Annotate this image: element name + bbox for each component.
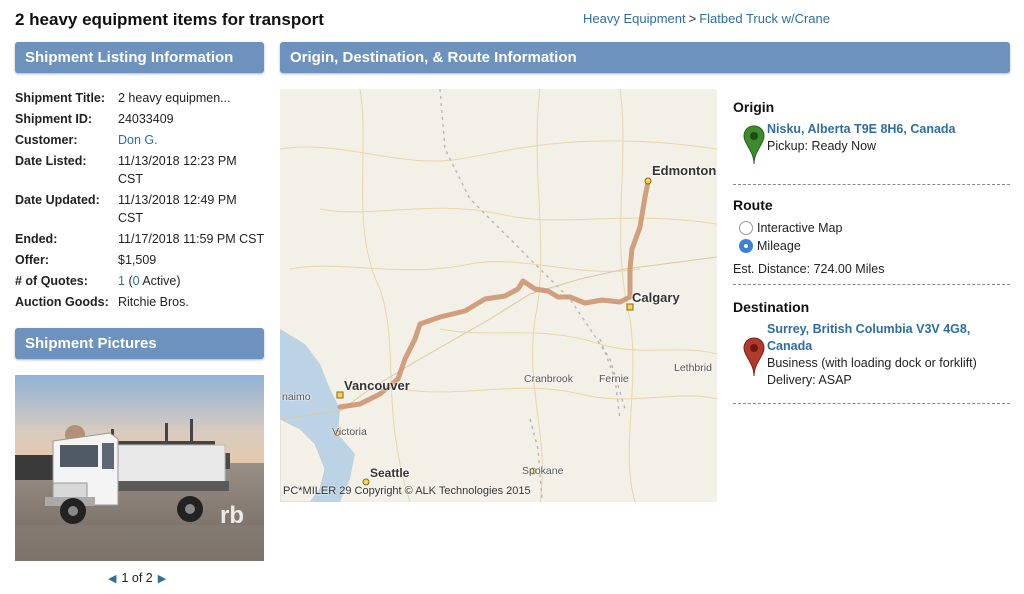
destination-location-type: Business (with loading dock or forklift): [767, 356, 977, 370]
customer-link[interactable]: Don G.: [118, 133, 158, 147]
auction-goods-value: Ritchie Bros.: [118, 295, 189, 309]
map-city-spokane: Spokane: [522, 465, 564, 477]
ended-value: 11/17/2018 11:59 PM CST: [118, 232, 265, 246]
photo-pager: ◀ 1 of 2 ▶: [108, 571, 166, 585]
info-row-id: Shipment ID: 24033409: [15, 110, 265, 131]
shipment-photo[interactable]: rb: [15, 375, 264, 561]
ritchie-watermark: rb: [220, 502, 244, 529]
route-block: Route Interactive Map Mileage Est. Dista…: [733, 197, 1010, 285]
destination-heading: Destination: [733, 299, 810, 315]
origin-pin-icon: [733, 125, 765, 168]
info-label: Customer:: [15, 133, 78, 147]
breadcrumb-separator: >: [688, 11, 697, 26]
origin-block: Origin Nisku, Alberta T9E 8H6, Canada Pi…: [733, 99, 1010, 185]
origin-address-link[interactable]: Nisku, Alberta T9E 8H6, Canada: [767, 122, 956, 136]
shipment-listing-header: Shipment Listing Information: [15, 42, 264, 73]
shipment-title-value: 2 heavy equipmen...: [118, 91, 231, 105]
info-label: Ended:: [15, 232, 58, 246]
destination-block: Destination Surrey, British Columbia V3V…: [733, 299, 1010, 404]
edmonton-marker: [644, 177, 652, 185]
vancouver-marker: [336, 391, 344, 399]
shipment-pictures-header: Shipment Pictures: [15, 328, 264, 359]
route-option-label: Mileage: [757, 239, 801, 253]
shipment-id-value: 24033409: [118, 112, 174, 126]
date-listed-value: 11/13/2018 12:23 PM CST: [118, 154, 237, 186]
route-map[interactable]: Edmonton Calgary Vancouver Victoria Seat…: [280, 89, 717, 502]
destination-pin-icon: [733, 325, 765, 389]
info-label: # of Quotes:: [15, 274, 88, 288]
map-city-vancouver: Vancouver: [344, 378, 410, 393]
map-city-lethbridge: Lethbrid: [674, 362, 712, 374]
border-line: [280, 256, 717, 420]
map-city-victoria: Victoria: [332, 426, 367, 438]
info-label: Offer:: [15, 253, 50, 267]
shipment-info-table: Shipment Title: 2 heavy equipmen... Ship…: [15, 89, 265, 314]
estimated-distance: Est. Distance: 724.00 Miles: [733, 262, 885, 276]
map-city-seattle: Seattle: [370, 466, 410, 480]
route-option-label: Interactive Map: [757, 221, 843, 235]
rail-lines: [439, 89, 626, 500]
route-option-mileage[interactable]: Mileage: [739, 237, 1010, 255]
radio-icon[interactable]: [739, 221, 753, 235]
origin-heading: Origin: [733, 99, 775, 115]
info-label: Shipment Title:: [15, 91, 106, 105]
quotes-active-suffix: Active): [139, 274, 181, 288]
origin-pickup-status: Pickup: Ready Now: [767, 139, 877, 153]
info-row-customer: Customer: Don G.: [15, 131, 265, 152]
breadcrumb-heavy-equipment[interactable]: Heavy Equipment: [583, 11, 686, 26]
map-city-fernie: Fernie: [599, 373, 629, 385]
quotes-total-link[interactable]: 1: [118, 274, 125, 288]
map-city-calgary: Calgary: [632, 290, 680, 305]
offer-value: $1,509: [118, 253, 157, 267]
route-option-interactive-map[interactable]: Interactive Map: [739, 219, 1010, 237]
next-arrow-icon[interactable]: ▶: [158, 572, 166, 585]
page-title: 2 heavy equipment items for transport: [15, 10, 324, 29]
destination-delivery: Delivery: ASAP: [767, 373, 852, 387]
info-row-ended: Ended: 11/17/2018 11:59 PM CST: [15, 230, 265, 251]
info-row-quotes: # of Quotes: 1 (0 Active): [15, 272, 265, 293]
info-label: Date Listed:: [15, 154, 87, 168]
info-label: Shipment ID:: [15, 112, 93, 126]
route-info-header: Origin, Destination, & Route Information: [280, 42, 1010, 73]
quotes-active-link[interactable]: 0: [133, 274, 140, 288]
info-label: Date Updated:: [15, 193, 100, 207]
info-row-date-listed: Date Listed: 11/13/2018 12:23 PM CST: [15, 152, 265, 191]
info-label: Auction Goods:: [15, 295, 109, 309]
map-copyright: PC*MILER 29 Copyright © ALK Technologies…: [283, 485, 531, 497]
map-city-edmonton: Edmonton: [652, 163, 717, 178]
destination-address-link[interactable]: Surrey, British Columbia V3V 4G8, Canada: [767, 322, 970, 353]
route-heading: Route: [733, 197, 773, 213]
map-city-nanaimo: naimo: [282, 391, 311, 403]
photo-pager-label: 1 of 2: [121, 571, 153, 585]
info-row-date-updated: Date Updated: 11/13/2018 12:49 PM CST: [15, 191, 265, 230]
map-city-cranbrook: Cranbrook: [524, 373, 574, 385]
quotes-value: 1 (0 Active): [118, 272, 265, 293]
info-row-auction: Auction Goods: Ritchie Bros.: [15, 293, 265, 314]
date-updated-value: 11/13/2018 12:49 PM CST: [118, 193, 237, 225]
breadcrumb: Heavy Equipment > Flatbed Truck w/Crane: [583, 11, 830, 26]
info-row-title: Shipment Title: 2 heavy equipmen...: [15, 89, 265, 110]
previous-arrow-icon[interactable]: ◀: [108, 572, 116, 585]
radio-checked-icon[interactable]: [739, 239, 753, 253]
breadcrumb-flatbed-truck[interactable]: Flatbed Truck w/Crane: [699, 11, 830, 26]
info-row-offer: Offer: $1,509: [15, 251, 265, 272]
